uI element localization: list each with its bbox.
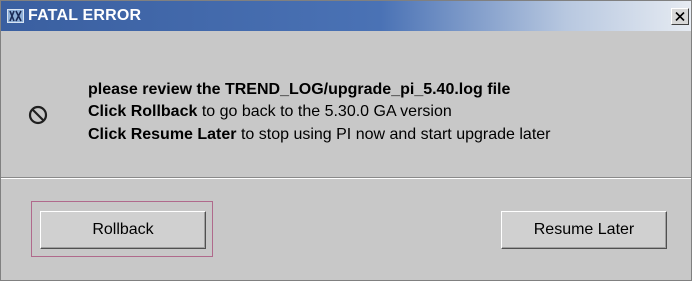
close-icon (675, 12, 685, 21)
message-rollback-emphasis: Click Rollback (88, 103, 198, 120)
rollback-button[interactable]: Rollback (40, 211, 206, 249)
message-resume-emphasis: Click Resume Later (88, 126, 237, 143)
message-area: please review the TREND_LOG/upgrade_pi_5… (1, 31, 691, 176)
message-rollback-detail: to go back to the 5.30.0 GA version (197, 103, 452, 120)
window-title: FATAL ERROR (28, 7, 142, 24)
app-icon (7, 9, 24, 23)
message-line-log-file: please review the TREND_LOG/upgrade_pi_5… (88, 81, 511, 98)
close-button[interactable] (671, 8, 689, 25)
fatal-error-dialog: FATAL ERROR please review the TREND_LOG/… (0, 0, 692, 281)
button-separator (1, 177, 691, 179)
message-line-rollback: Click Rollback to go back to the 5.30.0 … (88, 103, 452, 121)
message-resume-detail: to stop using PI now and start upgrade l… (236, 126, 551, 143)
no-entry-icon (28, 105, 48, 125)
title-bar[interactable]: FATAL ERROR (1, 1, 691, 31)
resume-later-button[interactable]: Resume Later (501, 211, 667, 249)
message-line-resume-later: Click Resume Later to stop using PI now … (88, 126, 550, 144)
